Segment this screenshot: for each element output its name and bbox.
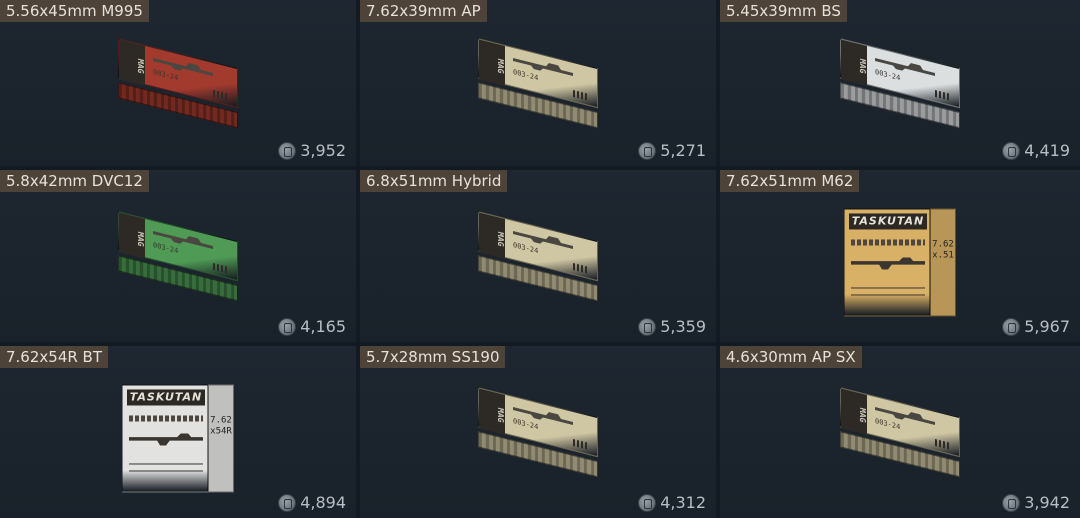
coin-icon — [1002, 493, 1021, 512]
coin-icon — [638, 141, 657, 160]
ammo-box-image: TASKUTAN 7.62 x.51 — [844, 208, 956, 317]
box-brand-band: MAG — [841, 39, 867, 87]
box-brand-band: MAG — [841, 388, 867, 436]
price-tag: 3,942 — [1002, 493, 1070, 512]
ammo-name-label: 6.8x51mm Hybrid — [360, 170, 508, 192]
price-value: 4,894 — [300, 493, 346, 512]
ammo-name-label: 4.6x30mm AP SX — [720, 346, 862, 368]
box-brand-logo: TASKUTAN — [127, 389, 205, 406]
ammo-grid: 5.56x45mm M995 MAG 003-24 3,952 7.62x39mm AP… — [0, 0, 1080, 518]
box-brand-band: MAG — [119, 212, 145, 260]
price-tag: 4,894 — [278, 493, 346, 512]
ammo-name-label: 7.62x51mm M62 — [720, 170, 860, 192]
price-value: 4,312 — [660, 493, 706, 512]
box-brand-band: MAG — [479, 39, 505, 87]
ammo-name-label: 5.45x39mm BS — [720, 0, 847, 22]
box-print-lines — [851, 239, 925, 246]
price-tag: 5,359 — [638, 317, 706, 336]
coin-icon — [638, 493, 657, 512]
price-tag: 3,952 — [278, 141, 346, 160]
rifle-silhouette-icon — [851, 257, 925, 270]
box-code-label: 003-24 — [513, 417, 539, 432]
ammo-box-image: MAG 003-24 — [478, 387, 598, 478]
ammo-box-image: MAG 003-24 — [840, 387, 960, 478]
box-front: TASKUTAN — [122, 384, 208, 493]
box-stripe — [129, 463, 203, 472]
price-tag: 5,271 — [638, 141, 706, 160]
barcode-icon — [573, 438, 589, 450]
ammo-name-label: 5.7x28mm SS190 — [360, 346, 506, 368]
price-value: 5,967 — [1024, 317, 1070, 336]
coin-icon — [278, 317, 297, 336]
barcode-icon — [213, 89, 229, 101]
ammo-item-card[interactable]: 6.8x51mm Hybrid MAG 003-24 5,359 — [360, 170, 720, 346]
box-code-label: 003-24 — [153, 241, 179, 256]
ammo-item-card[interactable]: 7.62x54R BT TASKUTAN 7.62 x54R 4,894 — [0, 346, 360, 518]
price-tag: 4,419 — [1002, 141, 1070, 160]
ammo-box-image: MAG 003-24 — [478, 211, 598, 302]
ammo-item-card[interactable]: 5.7x28mm SS190 MAG 003-24 4,312 — [360, 346, 720, 518]
ammo-item-card[interactable]: 5.45x39mm BS MAG 003-24 4,419 — [720, 0, 1080, 170]
box-code-label: 003-24 — [875, 68, 901, 83]
coin-icon — [638, 317, 657, 336]
price-value: 3,952 — [300, 141, 346, 160]
box-print-lines — [129, 415, 203, 422]
price-value: 3,942 — [1024, 493, 1070, 512]
price-tag: 5,967 — [1002, 317, 1070, 336]
ammo-item-card[interactable]: 7.62x51mm M62 TASKUTAN 7.62 x.51 5,967 — [720, 170, 1080, 346]
barcode-icon — [573, 262, 589, 274]
coin-icon — [1002, 141, 1021, 160]
box-brand-band: MAG — [119, 39, 145, 87]
box-brand-band: MAG — [479, 212, 505, 260]
box-front: TASKUTAN — [844, 208, 930, 317]
barcode-icon — [213, 262, 229, 274]
ammo-name-label: 5.56x45mm M995 — [0, 0, 149, 22]
price-value: 5,271 — [660, 141, 706, 160]
box-code-label: 003-24 — [875, 417, 901, 432]
box-code-label: 003-24 — [513, 241, 539, 256]
box-side-caliber: 7.62 x.51 — [930, 208, 956, 317]
ammo-item-card[interactable]: 5.8x42mm DVC12 MAG 003-24 4,165 — [0, 170, 360, 346]
box-stripe — [851, 287, 925, 296]
ammo-name-label: 7.62x54R BT — [0, 346, 109, 368]
price-tag: 4,312 — [638, 493, 706, 512]
coin-icon — [1002, 317, 1021, 336]
price-value: 4,165 — [300, 317, 346, 336]
coin-icon — [278, 141, 297, 160]
ammo-box-image: MAG 003-24 — [478, 38, 598, 129]
price-value: 5,359 — [660, 317, 706, 336]
ammo-box-image: MAG 003-24 — [118, 38, 238, 129]
coin-icon — [278, 493, 297, 512]
ammo-box-image: MAG 003-24 — [840, 38, 960, 129]
price-value: 4,419 — [1024, 141, 1070, 160]
barcode-icon — [573, 89, 589, 101]
ammo-item-card[interactable]: 5.56x45mm M995 MAG 003-24 3,952 — [0, 0, 360, 170]
box-brand-logo: TASKUTAN — [849, 213, 927, 230]
barcode-icon — [935, 89, 951, 101]
ammo-name-label: 7.62x39mm AP — [360, 0, 487, 22]
ammo-item-card[interactable]: 4.6x30mm AP SX MAG 003-24 3,942 — [720, 346, 1080, 518]
box-side-caliber: 7.62 x54R — [208, 384, 234, 493]
ammo-item-card[interactable]: 7.62x39mm AP MAG 003-24 5,271 — [360, 0, 720, 170]
box-code-label: 003-24 — [153, 68, 179, 83]
ammo-box-image: MAG 003-24 — [118, 211, 238, 302]
box-code-label: 003-24 — [513, 68, 539, 83]
price-tag: 4,165 — [278, 317, 346, 336]
ammo-box-image: TASKUTAN 7.62 x54R — [122, 384, 234, 493]
ammo-name-label: 5.8x42mm DVC12 — [0, 170, 149, 192]
barcode-icon — [935, 438, 951, 450]
box-brand-band: MAG — [479, 388, 505, 436]
rifle-silhouette-icon — [129, 433, 203, 446]
